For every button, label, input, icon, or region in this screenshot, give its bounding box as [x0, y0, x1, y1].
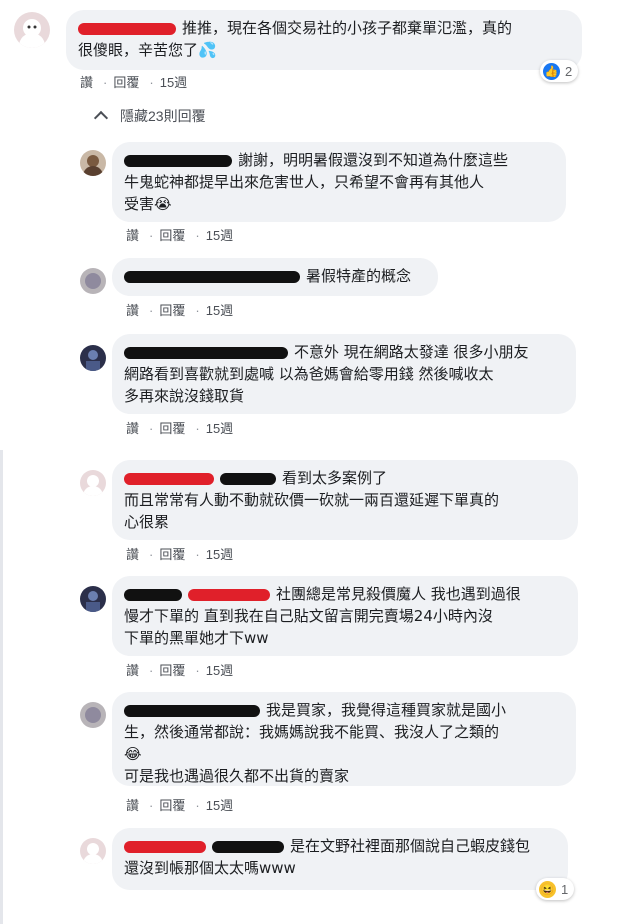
like-link[interactable]: 讚: [126, 798, 139, 813]
avatar[interactable]: [80, 268, 106, 294]
reply-link[interactable]: 回覆: [159, 303, 185, 318]
avatar-icon: [83, 843, 103, 864]
comment-actions: 讚 · 回覆 · 15週: [126, 303, 234, 318]
reply-link[interactable]: 回覆: [159, 547, 185, 562]
comment-bubble: 我是買家，我覺得這種買家就是國小 生，然後通常都說：我媽媽說我不能買、我沒人了之…: [112, 692, 576, 786]
like-link[interactable]: 讚: [126, 303, 139, 318]
reply-link[interactable]: 回覆: [159, 798, 185, 813]
comment-bubble: 看到太多案例了 而且常常有人動不動就砍價一砍就一兩百還延遲下單真的 心很累: [112, 460, 578, 540]
like-link[interactable]: 讚: [126, 228, 139, 243]
comment-actions: 讚 · 回覆 · 15週: [126, 228, 234, 243]
reaction-summary[interactable]: 👍 2: [540, 60, 579, 82]
timestamp[interactable]: 15週: [206, 421, 233, 436]
redacted-author[interactable]: [124, 472, 214, 485]
comment-actions: 讚 · 回覆 · 15週: [126, 663, 234, 678]
redacted-author[interactable]: [124, 704, 260, 717]
redacted-author[interactable]: [124, 154, 232, 167]
avatar-icon: [19, 19, 45, 48]
reply-link[interactable]: 回覆: [113, 75, 139, 90]
avatar-icon: [85, 273, 101, 289]
comment-bubble: 是在文野社裡面那個說自己蝦皮錢包 還沒到帳那個太太嗎www: [112, 828, 568, 890]
comment-bubble: 不意外 現在網路太發達 很多小朋友 網路看到喜歡就到處喊 以為爸媽會給零用錢 然…: [112, 334, 576, 414]
timestamp[interactable]: 15週: [206, 303, 233, 318]
avatar[interactable]: [80, 345, 106, 371]
hide-replies-toggle[interactable]: 隱藏23則回覆: [92, 106, 206, 126]
avatar[interactable]: [14, 12, 50, 48]
timestamp[interactable]: 15週: [206, 547, 233, 562]
comment-actions: 讚 · 回覆 · 15週: [126, 798, 234, 813]
comment-text: 暑假特產的概念: [306, 267, 412, 285]
reply-link[interactable]: 回覆: [159, 663, 185, 678]
timestamp[interactable]: 15週: [160, 75, 187, 90]
comment-bubble: 社團總是常見殺價魔人 我也遇到過很 慢才下單的 直到我在自己貼文留言開完賣場24…: [112, 576, 578, 656]
haha-icon: 😆: [539, 880, 556, 898]
timestamp[interactable]: 15週: [206, 663, 233, 678]
comment-actions: 讚 · 回覆 · 15週: [126, 421, 234, 436]
hide-replies-label: 隱藏23則回覆: [120, 108, 206, 124]
like-icon: 👍: [543, 62, 560, 80]
avatar[interactable]: [80, 470, 106, 496]
comment-text: 社團總是常見殺價魔人 我也遇到過很 慢才下單的 直到我在自己貼文留言開完賣場24…: [124, 585, 521, 647]
redacted-author[interactable]: [124, 346, 288, 359]
avatar[interactable]: [80, 838, 106, 864]
avatar[interactable]: [80, 702, 106, 728]
comment-actions: 讚 · 回覆 · 15週: [80, 75, 188, 90]
redacted-author[interactable]: [212, 840, 284, 853]
avatar-icon: [83, 475, 103, 496]
avatar-icon: [85, 707, 101, 723]
redacted-author[interactable]: [220, 472, 276, 485]
avatar[interactable]: [80, 586, 106, 612]
like-link[interactable]: 讚: [126, 663, 139, 678]
timestamp[interactable]: 15週: [206, 228, 233, 243]
avatar-icon: [83, 155, 103, 176]
reaction-count: 1: [561, 881, 569, 897]
reply-link[interactable]: 回覆: [159, 228, 185, 243]
comment-bubble: 謝謝，明明暑假還沒到不知道為什麼這些 牛鬼蛇神都提早出來危害世人，只希望不會再有…: [112, 142, 566, 222]
thread-divider: [0, 450, 3, 924]
timestamp[interactable]: 15週: [206, 798, 233, 813]
comment-bubble: 推推，現在各個交易社的小孩子都棄單氾濫，真的 很傻眼，辛苦您了💦: [66, 10, 582, 70]
reaction-count: 2: [565, 63, 573, 79]
reply-link[interactable]: 回覆: [159, 421, 185, 436]
comment-actions: 讚 · 回覆 · 15週: [126, 547, 234, 562]
chevron-up-icon: [93, 110, 109, 126]
avatar[interactable]: [80, 150, 106, 176]
redacted-author[interactable]: [188, 588, 270, 601]
like-link[interactable]: 讚: [126, 547, 139, 562]
redacted-author[interactable]: [124, 840, 206, 853]
avatar-icon: [86, 350, 100, 371]
reaction-summary[interactable]: 😆 1: [536, 878, 575, 900]
redacted-author[interactable]: [124, 270, 300, 283]
like-link[interactable]: 讚: [80, 75, 93, 90]
like-link[interactable]: 讚: [126, 421, 139, 436]
avatar-icon: [86, 591, 100, 612]
comment-bubble: 暑假特產的概念: [112, 258, 438, 296]
redacted-author[interactable]: [78, 22, 176, 35]
redacted-author[interactable]: [124, 588, 182, 601]
